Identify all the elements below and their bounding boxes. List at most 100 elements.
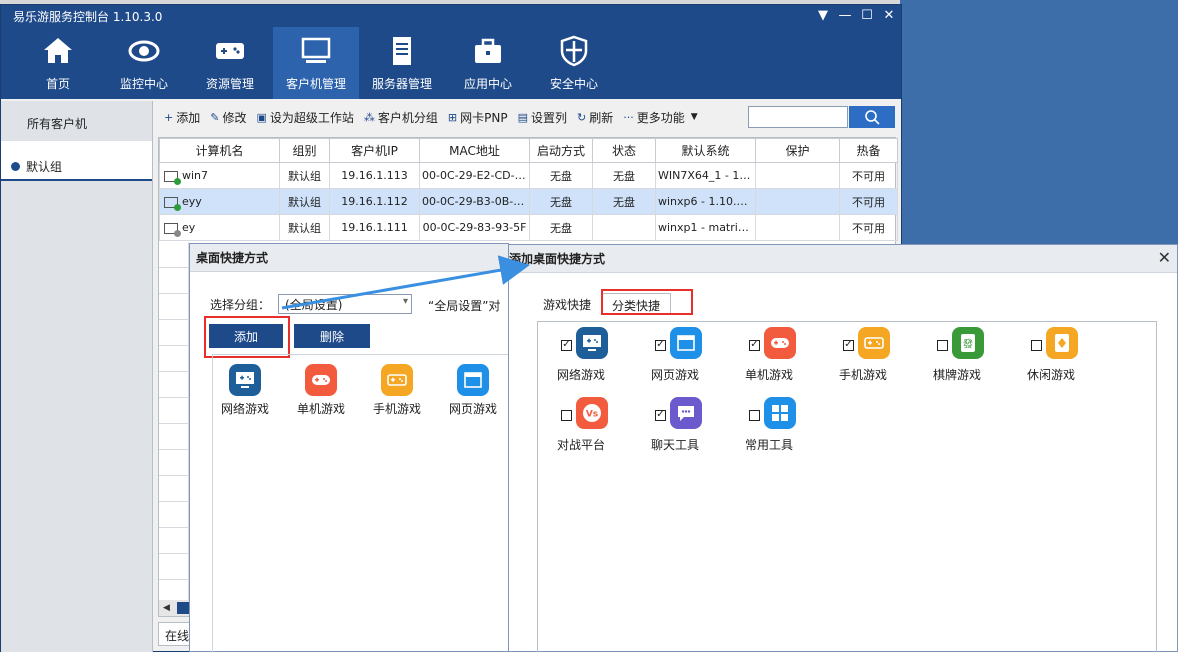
category-item[interactable]: 發棋牌游戏: [933, 327, 1027, 383]
scroll-thumb[interactable]: [177, 602, 189, 614]
toolbox-icon: [470, 33, 506, 69]
cell-system: winxp6 - 1.10.3.0: [655, 188, 756, 215]
add-button[interactable]: + 添加: [164, 109, 200, 126]
minimize-icon[interactable]: —: [837, 8, 853, 23]
edit-label: 修改: [222, 110, 247, 125]
category-item[interactable]: ✓ 网络游戏: [557, 327, 651, 383]
cell-protect: [755, 188, 840, 215]
category-item[interactable]: ✓ 聊天工具: [651, 397, 745, 453]
delete-shortcut-button[interactable]: 删除: [294, 324, 370, 348]
shortcut-label: 网络游戏: [220, 402, 269, 416]
col-hot-backup[interactable]: 热备: [839, 138, 898, 163]
table-row[interactable]: eyy 默认组 19.16.1.112 00-0C-29-B3-0B-23 无盘…: [159, 188, 898, 215]
server-icon: [384, 33, 420, 69]
maximize-icon[interactable]: ☐: [859, 8, 875, 23]
col-mac[interactable]: MAC地址: [419, 138, 530, 163]
add-desktop-shortcut-dialog: 添加桌面快捷方式 ✕ 游戏快捷 分类快捷 ✓ 网络游戏 ✓ 网页游戏 ✓ 单机游戏 ✓ 手机游…: [508, 244, 1178, 652]
group-select-label: 选择分组：: [210, 297, 271, 312]
cell-backup: 不可用: [839, 188, 898, 215]
scroll-left-icon[interactable]: ◀: [163, 603, 170, 613]
category-checkbox[interactable]: ✓: [655, 339, 666, 351]
col-boot-mode[interactable]: 启动方式: [529, 138, 593, 163]
computer-name: eyy: [182, 195, 202, 208]
tab-game-shortcut[interactable]: 游戏快捷: [533, 293, 601, 315]
columns-icon: ▤: [517, 110, 528, 124]
refresh-label: 刷新: [589, 110, 614, 125]
cell-ip: 19.16.1.113: [329, 162, 420, 189]
category-checkbox[interactable]: [749, 409, 760, 421]
category-item[interactable]: ✓ 网页游戏: [651, 327, 745, 383]
category-item-top: ✓: [749, 327, 796, 363]
category-item[interactable]: 常用工具: [745, 397, 839, 453]
gamepad-icon: [764, 327, 796, 359]
table-row[interactable]: ey 默认组 19.16.1.111 00-0C-29-83-93-5F 无盘 …: [159, 214, 898, 241]
nav-resource-manage[interactable]: 资源管理: [187, 27, 273, 99]
category-label: 网络游戏: [557, 368, 606, 382]
nav-home[interactable]: 首页: [15, 27, 101, 99]
set-columns-button[interactable]: ▤ 设置列: [518, 109, 567, 126]
sidebar-item-all-clients[interactable]: 所有客户机: [1, 101, 152, 141]
col-default-system[interactable]: 默认系统: [655, 138, 756, 163]
col-protect[interactable]: 保护: [755, 138, 840, 163]
refresh-icon: ↻: [577, 110, 587, 124]
table-header-row: 计算机名 组别 客户机IP MAC地址 启动方式 状态 默认系统 保护 热备: [159, 138, 898, 163]
col-computer-name[interactable]: 计算机名: [159, 138, 280, 163]
close-icon[interactable]: ✕: [881, 8, 897, 23]
cell-system: WIN7X64_1 - 1.1...: [655, 162, 756, 189]
category-item[interactable]: Vs 对战平台: [557, 397, 651, 453]
nav-client-manage[interactable]: 客户机管理: [273, 27, 359, 99]
cell-mac: 00-0C-29-E2-CD-14: [419, 162, 530, 189]
main-nav: 首页 监控中心 资源管理 客户机管理 服务器管理 应用中心 安全中心: [1, 27, 901, 99]
category-checkbox[interactable]: ✓: [655, 409, 666, 421]
nav-security-center[interactable]: 安全中心: [531, 27, 617, 99]
category-checkbox[interactable]: ✓: [749, 339, 760, 351]
gamepad-icon: [212, 33, 248, 69]
add-shortcut-button[interactable]: 添加: [209, 324, 283, 348]
card-icon: [1046, 327, 1078, 359]
category-item-top: 發: [937, 327, 984, 363]
more-functions-button[interactable]: ··· 更多功能 ▼: [623, 109, 697, 126]
horizontal-scrollbar[interactable]: ◀: [159, 600, 189, 616]
category-checkbox[interactable]: [937, 339, 948, 351]
search-input[interactable]: [748, 106, 848, 128]
nav-server-manage[interactable]: 服务器管理: [359, 27, 445, 99]
computer-offline-icon: [164, 222, 181, 237]
sidebar-item-default-group[interactable]: 默认组: [1, 141, 152, 181]
svg-text:Vs: Vs: [586, 410, 598, 420]
edit-button[interactable]: ✎ 修改: [210, 109, 246, 126]
category-grid: ✓ 网络游戏 ✓ 网页游戏 ✓ 单机游戏 ✓ 手机游戏發棋牌游戏 休闲游戏 Vs 对战平台 ✓ 聊天工具…: [557, 327, 1157, 453]
cell-ip: 19.16.1.112: [329, 188, 420, 215]
table-row[interactable]: win7 默认组 19.16.1.113 00-0C-29-E2-CD-14 无…: [159, 162, 898, 189]
nav-app-center[interactable]: 应用中心: [445, 27, 531, 99]
menu-icon[interactable]: ▼: [815, 8, 831, 23]
shortcut-online-games[interactable]: 网络游戏: [220, 364, 270, 417]
category-item[interactable]: 休闲游戏: [1027, 327, 1121, 383]
category-checkbox[interactable]: ✓: [561, 339, 572, 351]
highlight-box: [601, 289, 693, 315]
nav-label: 资源管理: [205, 77, 254, 91]
col-group[interactable]: 组别: [279, 138, 330, 163]
cell-status: 无盘: [592, 188, 656, 215]
category-item[interactable]: ✓ 手机游戏: [839, 327, 933, 383]
client-group-button[interactable]: ⁂ 客户机分组: [364, 109, 438, 126]
col-status[interactable]: 状态: [592, 138, 656, 163]
category-checkbox[interactable]: [561, 409, 572, 421]
shortcut-mobile-games[interactable]: 手机游戏: [372, 364, 422, 417]
col-client-ip[interactable]: 客户机IP: [329, 138, 420, 163]
refresh-button[interactable]: ↻ 刷新: [577, 109, 613, 126]
close-icon[interactable]: ✕: [1158, 248, 1171, 267]
cell-ip: 19.16.1.111: [329, 214, 420, 241]
search-icon: [865, 110, 880, 125]
set-super-workstation-button[interactable]: ▣ 设为超级工作站: [256, 109, 353, 126]
category-item[interactable]: ✓ 单机游戏: [745, 327, 839, 383]
shortcut-web-games[interactable]: 网页游戏: [448, 364, 498, 417]
shortcut-single-games[interactable]: 单机游戏: [296, 364, 346, 417]
cell-group: 默认组: [279, 214, 330, 241]
search-button[interactable]: [849, 106, 895, 128]
category-checkbox[interactable]: [1031, 339, 1042, 351]
nic-pnp-button[interactable]: ⊞ 网卡PNP: [448, 109, 508, 126]
nav-monitor-center[interactable]: 监控中心: [101, 27, 187, 99]
category-checkbox[interactable]: ✓: [843, 339, 854, 351]
tools-icon: [764, 397, 796, 429]
cell-boot: 无盘: [529, 188, 593, 215]
